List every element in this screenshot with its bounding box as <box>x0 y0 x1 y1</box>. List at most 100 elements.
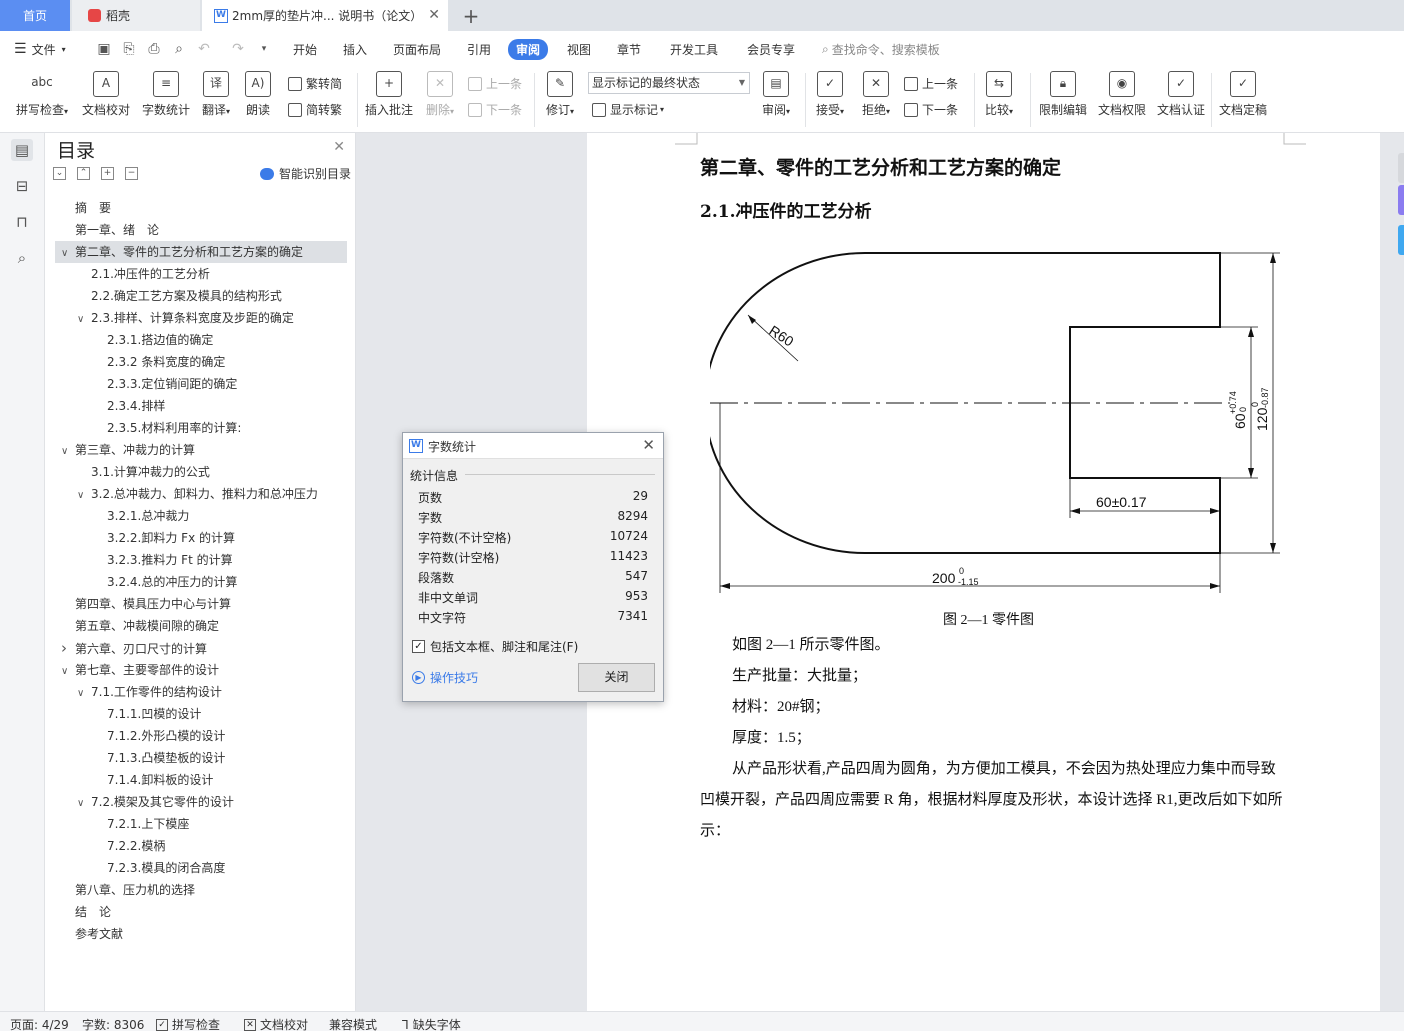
toc-item[interactable]: 7.1.4.卸料板的设计 <box>55 769 347 791</box>
restrict-edit-button[interactable]: 🔒︎ 限制编辑 <box>1037 71 1089 118</box>
chevron-down-icon[interactable]: ∨ <box>77 683 91 705</box>
status-spell-check[interactable]: ✓ 拼写检查 <box>156 1016 220 1031</box>
prev-change-button[interactable]: 上一条 <box>904 75 958 92</box>
remove-heading-icon[interactable]: − <box>125 167 138 180</box>
body-paragraph[interactable]: 从产品形状看,产品四周为圆角，为方便加工模具，不会因为热处理应力集中而导致凹模开… <box>700 754 1290 847</box>
toc-item[interactable]: 3.2.4.总的冲压力的计算 <box>55 571 347 593</box>
include-textbox-checkbox[interactable]: ✓ 包括文本框、脚注和尾注(F) <box>412 638 578 655</box>
print-preview-icon[interactable]: ⌕ <box>171 41 187 57</box>
tab-daoke[interactable]: 稻壳 <box>72 0 200 31</box>
toc-item[interactable]: ∨ 第三章、冲裁力的计算 <box>55 439 347 461</box>
body-paragraph[interactable]: 如图 2—1 所示零件图。 <box>700 630 1290 661</box>
toc-item[interactable]: ∨ 7.2.模架及其它零件的设计 <box>55 791 347 813</box>
word-count-button[interactable]: ≡ 字数统计 <box>140 71 192 118</box>
chevron-down-icon[interactable]: ∨ <box>77 793 91 815</box>
status-doc-proof[interactable]: ✕ 文档校对 <box>244 1016 308 1031</box>
section-heading[interactable]: 2.1.冲压件的工艺分析 <box>700 197 872 222</box>
toc-item[interactable]: 2.3.2 条料宽度的确定 <box>55 351 347 373</box>
close-icon[interactable]: ✕ <box>642 436 655 454</box>
dialog-close-button[interactable]: 关闭 <box>578 663 655 692</box>
toc-item[interactable]: 3.2.3.推料力 Ft 的计算 <box>55 549 347 571</box>
collapse-all-icon[interactable]: ⌄ <box>53 167 66 180</box>
search-icon[interactable]: ⌕ <box>11 247 33 269</box>
body-paragraph[interactable]: 生产批量：大批量； <box>700 661 1290 692</box>
chevron-right-icon[interactable]: › <box>61 637 75 659</box>
dialog-titlebar[interactable]: W 字数统计 ✕ <box>403 433 663 459</box>
toc-item[interactable]: 2.2.确定工艺方案及模具的结构形式 <box>55 285 347 307</box>
doc-proof-button[interactable]: A 文档校对 <box>80 71 132 118</box>
chapter-nav-icon[interactable]: ⊟ <box>11 175 33 197</box>
toc-item[interactable]: ∨ 第二章、零件的工艺分析和工艺方案的确定 <box>55 241 347 263</box>
insert-comment-button[interactable]: + 插入批注 <box>364 71 414 118</box>
toc-item[interactable]: 第五章、冲裁模间隙的确定 <box>55 615 347 637</box>
toc-item[interactable]: ∨ 3.2.总冲裁力、卸料力、推料力和总冲压力 <box>55 483 347 505</box>
figure-caption[interactable]: 图 2—1 零件图 <box>943 609 1034 629</box>
menu-insert[interactable]: 插入 <box>343 31 367 67</box>
menu-member[interactable]: 会员专享 <box>747 31 795 67</box>
chevron-down-icon[interactable]: ∨ <box>61 441 75 463</box>
toc-item[interactable]: 结 论 <box>55 901 347 923</box>
menu-review[interactable]: 审阅 <box>508 31 549 67</box>
chevron-down-icon[interactable]: ∨ <box>61 243 75 265</box>
print-icon[interactable]: ⎙ <box>146 41 162 57</box>
toc-item[interactable]: 参考文献 <box>55 923 347 945</box>
prev-comment-button[interactable]: 上一条 <box>468 75 522 92</box>
chevron-down-icon[interactable]: ∨ <box>77 485 91 507</box>
toc-item[interactable]: 3.2.1.总冲裁力 <box>55 505 347 527</box>
toc-item[interactable]: 7.2.3.模具的闭合高度 <box>55 857 347 879</box>
track-changes-button[interactable]: ✎ 修订▾ <box>542 71 578 118</box>
menu-start[interactable]: 开始 <box>293 31 317 67</box>
toc-item[interactable]: › 第六章、刃口尺寸的计算 <box>55 637 347 659</box>
trad-to-simp-button[interactable]: 繁转简 <box>288 75 342 92</box>
side-tab[interactable] <box>1398 225 1404 255</box>
toc-item[interactable]: 第一章、绪 论 <box>55 219 347 241</box>
status-missing-font[interactable]: Ꞁ 缺失字体 <box>402 1016 461 1031</box>
toc-item[interactable]: 7.1.1.凹模的设计 <box>55 703 347 725</box>
tab-document[interactable]: W 2mm厚的垫片冲... 说明书（论文） ✕ <box>202 0 448 31</box>
toc-item[interactable]: 第八章、压力机的选择 <box>55 879 347 901</box>
status-page[interactable]: 页面: 4/29 <box>10 1016 69 1031</box>
toc-item[interactable]: 摘 要 <box>55 197 347 219</box>
body-paragraph[interactable]: 厚度：1.5； <box>700 723 1290 754</box>
add-heading-icon[interactable]: + <box>101 167 114 180</box>
side-tab[interactable] <box>1398 185 1404 215</box>
body-paragraph[interactable]: 材料：20#钢； <box>700 692 1290 723</box>
file-menu[interactable]: ☰ 文件 ▾ <box>14 31 66 67</box>
tips-link[interactable]: ▶ 操作技巧 <box>412 669 478 686</box>
next-change-button[interactable]: 下一条 <box>904 101 958 118</box>
delete-comment-button[interactable]: ✕ 删除▾ <box>422 71 458 118</box>
toc-item[interactable]: 2.3.4.排样 <box>55 395 347 417</box>
toc-item[interactable]: 7.1.3.凸模垫板的设计 <box>55 747 347 769</box>
simp-to-trad-button[interactable]: 简转繁 <box>288 101 342 118</box>
status-word-count[interactable]: 字数: 8306 <box>82 1016 144 1031</box>
undo-icon[interactable]: ↶ <box>196 41 212 57</box>
doc-rights-button[interactable]: ◉ 文档权限 <box>1096 71 1148 118</box>
export-pdf-icon[interactable]: ⎘ <box>121 41 137 57</box>
compare-button[interactable]: ⇆ 比较▾ <box>981 71 1017 118</box>
bookmark-icon[interactable]: ⊓ <box>11 211 33 233</box>
toc-pane-icon[interactable]: ▤ <box>11 139 33 161</box>
toc-item[interactable]: 3.1.计算冲裁力的公式 <box>55 461 347 483</box>
toc-item[interactable]: ∨ 2.3.排样、计算条料宽度及步距的确定 <box>55 307 347 329</box>
doc-final-button[interactable]: ✓ 文档定稿 <box>1217 71 1269 118</box>
show-markup-button[interactable]: 显示标记 ▾ <box>592 101 664 118</box>
new-tab-button[interactable]: + <box>458 0 484 31</box>
redo-icon[interactable]: ↷ <box>230 41 246 57</box>
command-search[interactable]: ⌕ 查找命令、搜索模板 <box>822 31 940 67</box>
chapter-heading[interactable]: 第二章、零件的工艺分析和工艺方案的确定 <box>700 153 1061 180</box>
side-tab[interactable] <box>1398 153 1404 183</box>
toc-item[interactable]: 3.2.2.卸料力 Fx 的计算 <box>55 527 347 549</box>
read-aloud-button[interactable]: A) 朗读 <box>242 71 274 118</box>
toc-item[interactable]: 第四章、模具压力中心与计算 <box>55 593 347 615</box>
markup-state-select[interactable]: 显示标记的最终状态 ▼ <box>588 72 750 94</box>
menu-references[interactable]: 引用 <box>467 31 491 67</box>
toc-item[interactable]: ∨ 7.1.工作零件的结构设计 <box>55 681 347 703</box>
close-icon[interactable]: ✕ <box>333 139 345 155</box>
toc-item[interactable]: 7.1.2.外形凸模的设计 <box>55 725 347 747</box>
status-compat[interactable]: 兼容模式 <box>329 1016 377 1031</box>
spell-check-button[interactable]: abc 拼写检查▾ <box>12 71 72 118</box>
menu-view[interactable]: 视图 <box>567 31 591 67</box>
next-comment-button[interactable]: 下一条 <box>468 101 522 118</box>
toc-item[interactable]: 2.3.3.定位销间距的确定 <box>55 373 347 395</box>
doc-cert-button[interactable]: ✓ 文档认证 <box>1155 71 1207 118</box>
